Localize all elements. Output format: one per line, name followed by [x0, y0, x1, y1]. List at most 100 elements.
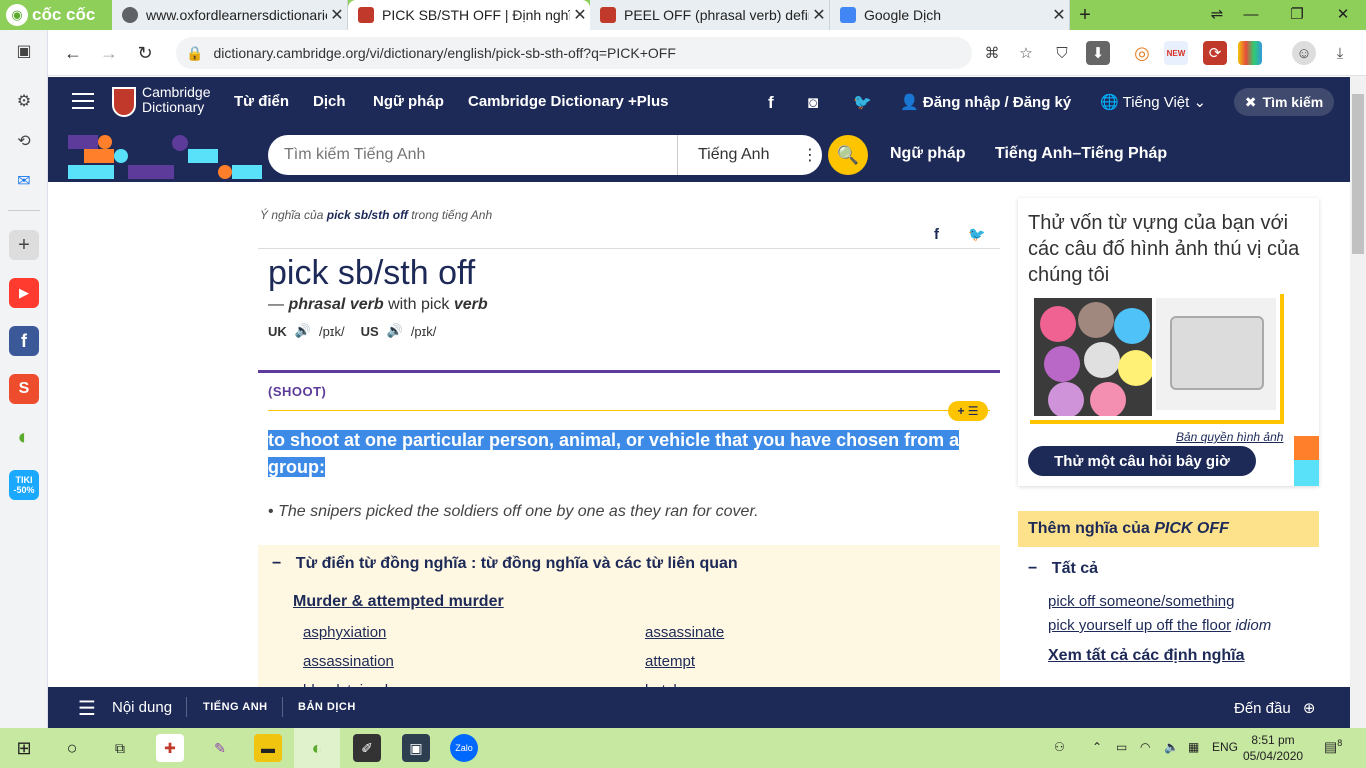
- notification-icon[interactable]: ▤8: [1324, 738, 1342, 756]
- all-section-toggle[interactable]: − Tất cả: [1028, 560, 1098, 578]
- back-to-top-link[interactable]: Đến đầu ⊕: [1234, 699, 1315, 717]
- thesaurus-header[interactable]: − Từ điển từ đồng nghĩa : từ đồng nghĩa …: [272, 555, 738, 573]
- share-twitter-icon[interactable]: 🐦: [968, 226, 985, 243]
- language-selector[interactable]: 🌐 Tiếng Việt ⌄: [1100, 93, 1206, 111]
- zalo-icon[interactable]: Zalo: [450, 734, 478, 762]
- downloads-icon[interactable]: ⤓: [1328, 41, 1352, 65]
- see-all-definitions-link[interactable]: Xem tất cả các định nghĩa: [1048, 647, 1245, 665]
- related-link[interactable]: pick off someone/something: [1048, 593, 1235, 610]
- search-input[interactable]: [268, 146, 677, 164]
- file-explorer-icon[interactable]: ▬: [254, 734, 282, 762]
- coccoc-green-icon[interactable]: ◐: [9, 422, 39, 452]
- cambridge-crest-icon[interactable]: [112, 87, 136, 117]
- extension-circle-icon[interactable]: ◎: [1130, 41, 1154, 65]
- url-bar[interactable]: 🔒 dictionary.cambridge.org/vi/dictionary…: [176, 37, 972, 69]
- keyboard-icon[interactable]: ▦: [1188, 740, 1199, 754]
- input-language[interactable]: ENG: [1212, 740, 1238, 754]
- thesaurus-link[interactable]: assassination: [303, 653, 394, 670]
- nav-translate[interactable]: Dịch: [313, 93, 346, 110]
- extension-red-icon[interactable]: ⟳: [1203, 41, 1227, 65]
- reload-icon[interactable]: ↻: [130, 38, 160, 68]
- history-icon[interactable]: ⟲: [9, 126, 39, 156]
- add-to-wordlist-button[interactable]: + ☰: [948, 401, 988, 421]
- download-arrow-icon[interactable]: ⬇: [1086, 41, 1110, 65]
- tiki-icon[interactable]: TIKI -50%: [9, 470, 39, 500]
- search-circle-icon[interactable]: ○: [58, 734, 86, 762]
- tab-oxford[interactable]: www.oxfordlearnersdictionaries ✕: [112, 0, 348, 30]
- image-copyright-link[interactable]: Bản quyền hình ảnh: [1176, 430, 1283, 444]
- close-search-button[interactable]: ✖ Tìm kiếm: [1234, 88, 1334, 116]
- sidebar-toggle-icon[interactable]: ▣: [9, 36, 39, 66]
- youtube-icon[interactable]: ▶: [9, 278, 39, 308]
- related-link[interactable]: pick yourself up off the floor: [1048, 617, 1231, 634]
- grammar-link[interactable]: Ngữ pháp: [890, 145, 966, 163]
- tray-chevron-up-icon[interactable]: ⌃: [1092, 740, 1102, 754]
- window-close-icon[interactable]: ✕: [1328, 4, 1358, 26]
- new-tab-button[interactable]: +: [1074, 4, 1096, 26]
- contents-hamburger-icon[interactable]: ☰: [78, 696, 96, 721]
- instagram-icon[interactable]: ◙: [808, 93, 818, 113]
- sticky-notes-icon[interactable]: ✐: [353, 734, 381, 762]
- close-icon[interactable]: ✕: [327, 5, 347, 25]
- thesaurus-link[interactable]: attempt: [645, 653, 695, 670]
- shopee-icon[interactable]: S: [9, 374, 39, 404]
- search-submit-button[interactable]: 🔍: [828, 135, 868, 175]
- clock[interactable]: 8:51 pm 05/04/2020: [1243, 732, 1303, 764]
- nav-grammar[interactable]: Ngữ pháp: [373, 93, 444, 110]
- restore-icon[interactable]: ❐: [1282, 4, 1312, 26]
- settings-gear-icon[interactable]: ⚙: [9, 86, 39, 116]
- login-link[interactable]: 👤 Đăng nhập / Đăng ký: [900, 93, 1071, 111]
- tab-cambridge[interactable]: PICK SB/STH OFF | Định nghĩa ✕: [348, 0, 590, 30]
- minimize-icon[interactable]: —: [1236, 4, 1266, 26]
- scrollbar-thumb[interactable]: [1352, 94, 1364, 254]
- share-facebook-icon[interactable]: f: [934, 226, 939, 243]
- cambridge-logo[interactable]: Cambridge Dictionary: [142, 85, 210, 115]
- nav-dictionary[interactable]: Từ điển: [234, 93, 289, 110]
- browser-brand[interactable]: ◉ cốc cốc: [6, 3, 95, 27]
- contents-link[interactable]: Nội dung: [112, 699, 172, 716]
- new-badge-icon[interactable]: NEW: [1164, 41, 1188, 65]
- nav-plus[interactable]: Cambridge Dictionary +Plus: [468, 93, 668, 110]
- people-icon[interactable]: ⚇: [1054, 740, 1065, 754]
- coccoc-taskbar-icon[interactable]: ◐: [303, 734, 331, 762]
- tab-google-translate[interactable]: Google Dịch ✕: [830, 0, 1070, 30]
- paint-app-icon[interactable]: ✎: [206, 734, 234, 762]
- tab-search-icon[interactable]: ⇌: [1202, 4, 1232, 26]
- shield-icon[interactable]: ⛉: [1050, 41, 1074, 65]
- add-shortcut-icon[interactable]: +: [9, 230, 39, 260]
- uk-audio-speaker-icon[interactable]: 🔊: [295, 323, 311, 339]
- quiz-images[interactable]: [1030, 294, 1284, 424]
- bookmark-star-icon[interactable]: ☆: [1014, 41, 1038, 65]
- translate-page-icon[interactable]: ⌘: [980, 41, 1004, 65]
- facebook-icon[interactable]: f: [768, 93, 774, 113]
- twitter-icon[interactable]: 🐦: [853, 93, 872, 111]
- close-icon[interactable]: ✕: [809, 5, 829, 25]
- tab-peel-off[interactable]: PEEL OFF (phrasal verb) definiti ✕: [590, 0, 830, 30]
- menu-hamburger-icon[interactable]: [72, 93, 94, 111]
- tab-translations[interactable]: BẢN DỊCH: [298, 701, 356, 713]
- thesaurus-link[interactable]: assassinate: [645, 624, 724, 641]
- uk-ipa: /pɪk/: [318, 323, 345, 339]
- thesaurus-category-link[interactable]: Murder & attempted murder: [293, 593, 504, 611]
- task-view-icon[interactable]: ⧉: [106, 734, 134, 762]
- english-french-link[interactable]: Tiếng Anh–Tiếng Pháp: [995, 145, 1167, 163]
- messenger-icon[interactable]: ✉: [9, 166, 39, 196]
- thesaurus-link[interactable]: asphyxiation: [303, 624, 386, 641]
- extension-color-icon[interactable]: [1238, 41, 1262, 65]
- forward-icon[interactable]: →: [94, 38, 124, 68]
- tab-english[interactable]: TIẾNG ANH: [203, 701, 268, 713]
- close-icon[interactable]: ✕: [570, 5, 590, 25]
- us-audio-speaker-icon[interactable]: 🔊: [387, 323, 403, 339]
- facebook-icon[interactable]: f: [9, 326, 39, 356]
- store-app-icon[interactable]: ▣: [402, 734, 430, 762]
- search-language-select[interactable]: Tiếng Anh ⋮: [677, 135, 822, 175]
- back-icon[interactable]: ←: [58, 38, 88, 68]
- profile-avatar[interactable]: ☺: [1292, 41, 1316, 65]
- wifi-icon[interactable]: ◠: [1140, 740, 1150, 754]
- windows-start-icon[interactable]: ⊞: [10, 734, 38, 762]
- close-icon[interactable]: ✕: [1049, 5, 1069, 25]
- volume-icon[interactable]: 🔈: [1164, 740, 1179, 754]
- try-quiz-button[interactable]: Thử một câu hỏi bây giờ: [1028, 446, 1256, 476]
- gift-app-icon[interactable]: ✚: [156, 734, 184, 762]
- battery-icon[interactable]: ▭: [1116, 740, 1127, 754]
